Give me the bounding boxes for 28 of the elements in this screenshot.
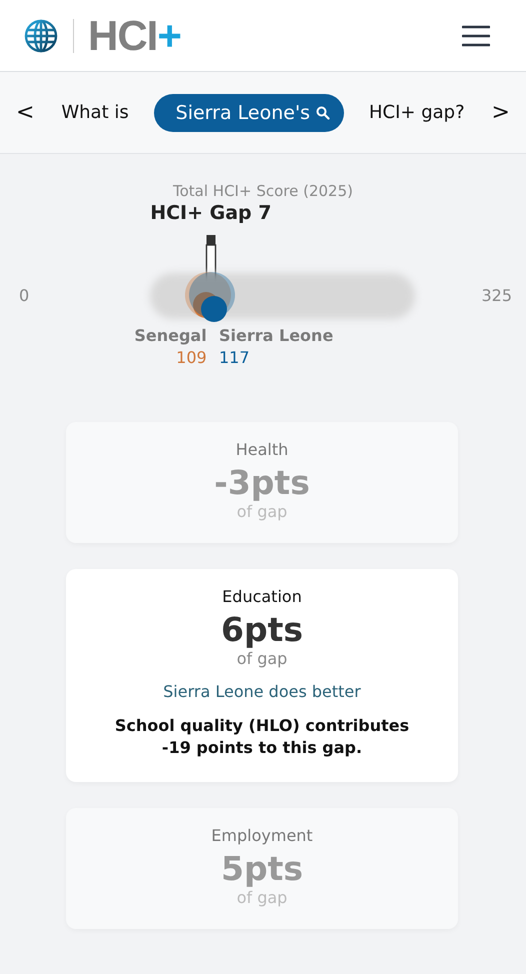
country-score: 109 [176,348,207,367]
question-text: What is [61,102,129,123]
axis-label: 0 [19,286,30,305]
card-unit: of gap [236,888,288,907]
chart-title: Total HCI+ Score (2025) [172,182,354,200]
country-score: 117 [219,348,250,367]
gap-card[interactable]: Employment 5pts of gap [66,808,458,929]
card-value: 5pts [220,848,304,888]
country-selector[interactable]: Sierra Leone's [154,94,344,132]
country-name: Sierra Leone [219,326,334,345]
verdict-text: Sierra Leone does better [162,682,362,701]
gap-card[interactable]: Education 6pts of gap Sierra Leone does better School quality (HLO) contributes -19 points to this gap. [66,569,458,782]
previous-button[interactable]: < [14,100,36,125]
card-title: Employment [210,826,314,845]
app-logo: HCI+ [88,12,181,60]
card-value: -3pts [213,463,311,502]
card-value: 6pts [220,610,304,649]
question-text: HCI+ gap? [368,102,465,123]
card-title: Education [221,587,303,606]
country-name: Senegal [134,326,207,345]
gap-card[interactable]: Health -3pts of gap [66,422,458,543]
card-title: Health [234,440,290,459]
next-button[interactable]: > [490,100,512,125]
gap-label: HCI+ Gap 7 [150,202,272,224]
card-unit: of gap [236,502,288,521]
card-unit: of gap [236,649,288,668]
detail-text: School quality (HLO) contributes -19 points to this gap. [114,715,410,760]
axis-label: 325 [481,286,512,305]
